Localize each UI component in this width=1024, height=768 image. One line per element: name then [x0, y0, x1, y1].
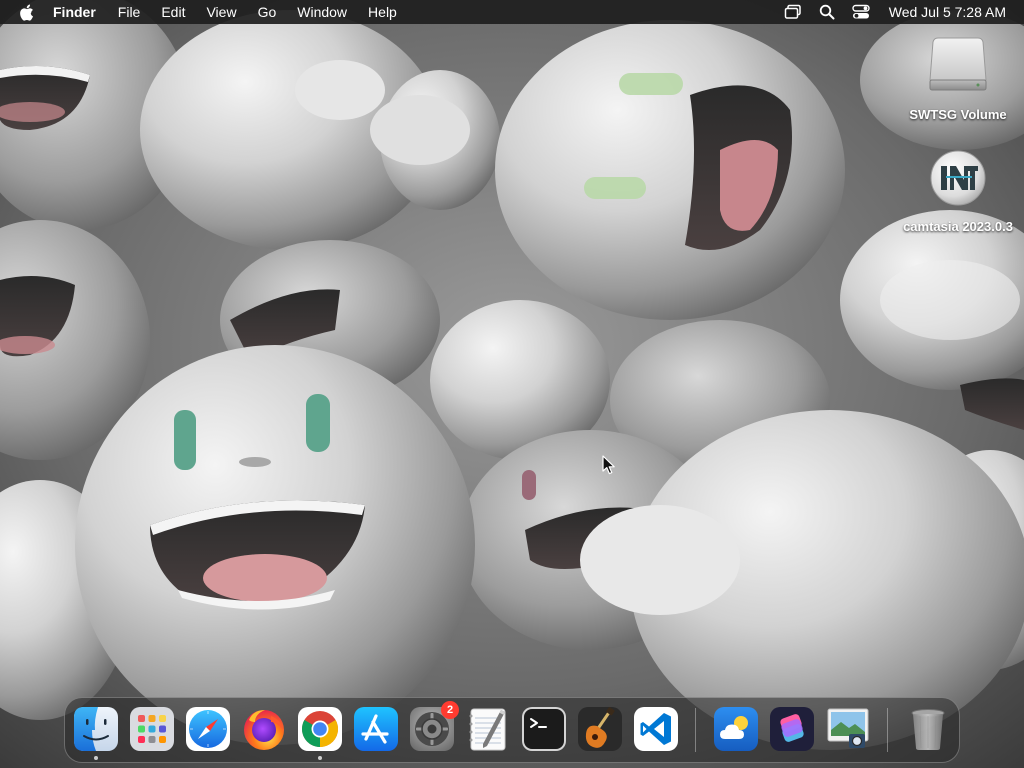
desktop-wallpaper	[0, 0, 1024, 768]
screen-mirroring-icon[interactable]	[783, 2, 803, 22]
dock-item-safari[interactable]	[185, 706, 231, 752]
dock-item-chrome[interactable]	[297, 706, 343, 760]
menu-bar: Finder File Edit View Go Window Help Wed…	[0, 0, 1024, 24]
dock-item-finder[interactable]	[73, 706, 119, 760]
spotlight-search-icon[interactable]	[817, 2, 837, 22]
dock-item-preview[interactable]	[825, 706, 871, 752]
external-drive-icon	[928, 34, 988, 101]
trash-icon	[911, 709, 945, 750]
dock-item-vscode[interactable]	[633, 706, 679, 752]
weather-icon	[714, 707, 758, 751]
dock-item-firefox[interactable]	[241, 706, 287, 752]
dock-item-textedit[interactable]	[465, 706, 511, 752]
chrome-icon	[298, 707, 342, 751]
launchpad-icon	[130, 707, 174, 751]
dock-item-terminal[interactable]	[521, 706, 567, 752]
menu-bar-clock[interactable]: Wed Jul 5 7:28 AM	[889, 4, 1006, 20]
dock-item-shortcuts[interactable]	[769, 706, 815, 752]
menu-app-finder[interactable]: Finder	[53, 0, 96, 24]
terminal-icon	[522, 707, 566, 751]
menu-bar-right: Wed Jul 5 7:28 AM	[783, 0, 1024, 24]
mouse-pointer-icon	[602, 455, 616, 480]
control-center-icon[interactable]	[851, 2, 871, 22]
dock-item-garageband[interactable]	[577, 706, 623, 752]
menu-go[interactable]: Go	[258, 0, 277, 24]
disk-image-icon	[928, 148, 988, 213]
dock-item-weather[interactable]	[713, 706, 759, 752]
garageband-icon	[578, 707, 622, 751]
vscode-icon	[634, 707, 678, 751]
menu-bar-left: Finder File Edit View Go Window Help	[0, 0, 418, 24]
dock-divider	[887, 708, 888, 752]
apple-menu-icon[interactable]	[18, 4, 34, 21]
dock-item-system-settings[interactable]: 2	[409, 701, 459, 752]
desktop-icon-camtasia[interactable]: camtasia 2023.0.3	[893, 148, 1023, 234]
preview-icon	[827, 708, 869, 748]
menu-window[interactable]: Window	[297, 0, 347, 24]
running-indicator	[94, 756, 98, 760]
dock-item-app-store[interactable]	[353, 706, 399, 752]
notification-badge: 2	[441, 701, 459, 719]
menu-edit[interactable]: Edit	[161, 0, 185, 24]
desktop-icon-label: camtasia 2023.0.3	[903, 219, 1013, 234]
dock-divider	[695, 708, 696, 752]
dock: 2	[64, 697, 960, 763]
menu-help[interactable]: Help	[368, 0, 397, 24]
menu-view[interactable]: View	[206, 0, 236, 24]
dock-item-trash[interactable]	[905, 706, 951, 752]
firefox-icon	[244, 710, 284, 750]
textedit-icon	[469, 708, 506, 751]
dock-item-launchpad[interactable]	[129, 706, 175, 752]
app-store-icon	[354, 707, 398, 751]
desktop-icon-swtsg-volume[interactable]: SWTSG Volume	[893, 34, 1023, 122]
running-indicator	[318, 756, 322, 760]
finder-icon	[74, 707, 118, 751]
shortcuts-icon	[770, 707, 814, 751]
safari-icon	[186, 707, 230, 751]
desktop-icon-label: SWTSG Volume	[909, 107, 1007, 122]
menu-file[interactable]: File	[118, 0, 141, 24]
